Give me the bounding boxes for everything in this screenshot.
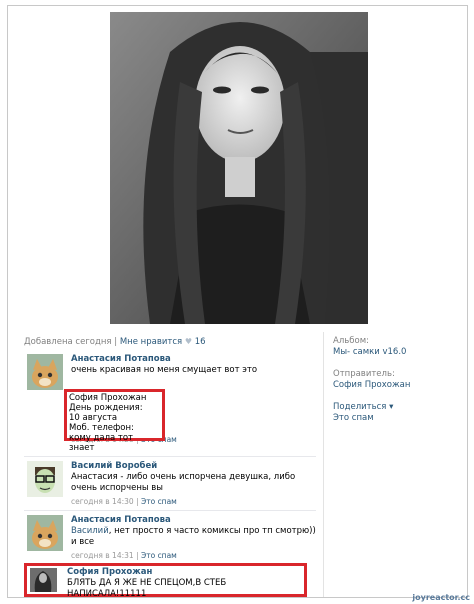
comment-spam-link[interactable]: Это спам <box>141 497 177 506</box>
comment-time[interactable]: сегодня в 14:31 <box>71 551 134 560</box>
comment-author[interactable]: София Прохожан <box>67 567 307 578</box>
overlay-birthday-value: 10 августа <box>69 413 118 423</box>
footer-separator: | <box>136 551 139 560</box>
overlay-phone-label: Моб. телефон: <box>69 423 134 433</box>
comment-text: Анастасия - либо очень испорчена девушка… <box>71 472 296 493</box>
comment-divider <box>24 510 316 511</box>
avatar[interactable] <box>27 515 63 551</box>
meta-separator: | <box>114 337 118 347</box>
photo-meta: Добавлена сегодня | Мне нравится ♥ 16 <box>24 337 206 347</box>
album-link[interactable]: Мы- самки v16.0 <box>333 347 410 358</box>
reply-to-link[interactable]: Василий <box>71 526 109 536</box>
comment-text: Василий, нет просто я часто комиксы про … <box>71 526 316 548</box>
added-label: Добавлена сегодня <box>24 337 112 347</box>
photo[interactable] <box>110 12 368 324</box>
sender-label: Отправитель: <box>333 369 395 379</box>
comment-author[interactable]: Анастасия Потапова <box>71 515 316 526</box>
avatar[interactable] <box>30 568 57 592</box>
photo-avatar-icon <box>30 568 57 592</box>
post-frame: Добавлена сегодня | Мне нравится ♥ 16 Ал… <box>7 5 468 600</box>
album-label: Альбом: <box>333 336 369 346</box>
like-count[interactable]: 16 <box>195 337 206 347</box>
photo-area <box>8 6 467 324</box>
comment-time[interactable]: сегодня в 14:30 <box>71 497 134 506</box>
watermark: joyreactor.cc <box>412 593 470 602</box>
share-button[interactable]: Поделиться ▾ <box>333 402 410 413</box>
comment-text: очень красивая но меня смущает вот это <box>71 365 258 375</box>
cartoon-avatar-icon <box>27 461 63 497</box>
portrait-image <box>110 12 368 324</box>
avatar[interactable] <box>27 461 63 497</box>
comment-body: Василий Воробей Анастасия - либо очень и… <box>71 461 316 507</box>
avatar[interactable] <box>27 354 63 390</box>
comment-footer: сегодня в 14:31 | Это спам <box>71 550 316 561</box>
comment-divider <box>24 456 316 457</box>
report-spam-link[interactable]: Это спам <box>333 413 410 424</box>
sender-link[interactable]: София Прохожан <box>333 380 410 391</box>
cat-avatar-icon <box>27 354 63 390</box>
highlighted-comment: София Прохожан БЛЯТЬ ДА Я ЖЕ НЕ СПЕЦОМ,В… <box>24 563 307 600</box>
photo-sidebar: Альбом: Мы- самки v16.0 Отправитель: Соф… <box>333 336 410 424</box>
cat-avatar-icon <box>27 515 63 551</box>
comment-footer: сегодня в 14:30 | Это спам <box>71 496 316 507</box>
footer-separator: | <box>136 497 139 506</box>
comment-text: БЛЯТЬ ДА Я ЖЕ НЕ СПЕЦОМ,В СТЕБ НАПИСАЛА!… <box>67 578 227 599</box>
column-divider <box>323 332 324 597</box>
overlay-birthday-label: День рождения: <box>69 403 143 413</box>
comment-author[interactable]: Василий Воробей <box>71 461 316 472</box>
overlay-phone-value: кому дала тот знает <box>69 433 134 453</box>
comment-body: София Прохожан БЛЯТЬ ДА Я ЖЕ НЕ СПЕЦОМ,В… <box>67 567 307 600</box>
heart-icon: ♥ <box>184 337 192 346</box>
comment-spam-link[interactable]: Это спам <box>141 551 177 560</box>
profile-info-overlay: София Прохожан День рождения: 10 августа… <box>64 389 165 453</box>
like-button[interactable]: Мне нравится <box>120 337 182 347</box>
comment-author[interactable]: Анастасия Потапова <box>71 354 316 365</box>
comment-body: Анастасия Потапова Василий, нет просто я… <box>71 515 316 561</box>
overlay-name: София Прохожан <box>69 393 147 403</box>
